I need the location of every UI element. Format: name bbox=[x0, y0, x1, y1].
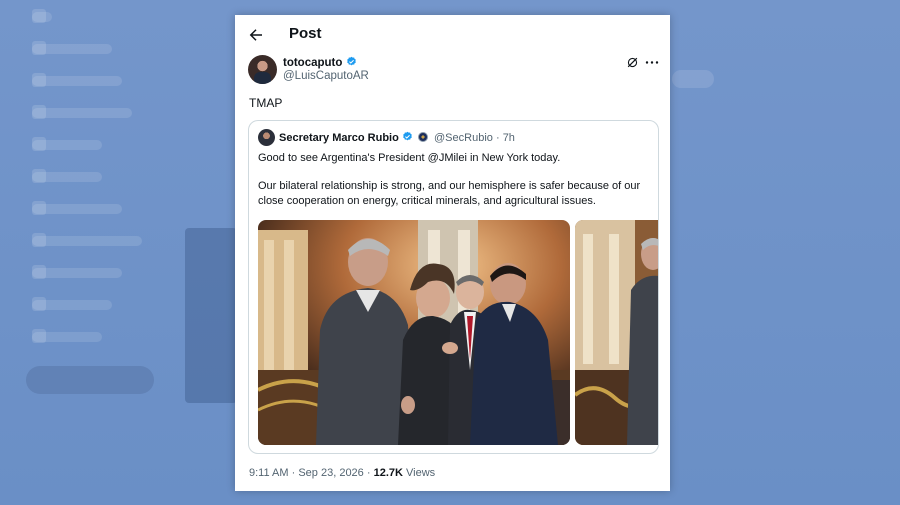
author-name-row[interactable]: totocaputo bbox=[283, 56, 357, 69]
background-nav-item bbox=[32, 41, 112, 55]
arrow-left-icon[interactable] bbox=[247, 26, 265, 44]
post-time[interactable]: 9:11 AM bbox=[249, 467, 289, 479]
quoted-post-photo[interactable] bbox=[258, 220, 570, 445]
verified-badge-icon bbox=[403, 131, 412, 141]
background-post-button bbox=[26, 366, 154, 394]
background-nav-item bbox=[32, 233, 142, 247]
post-header: Post bbox=[235, 15, 670, 55]
photo-side-scene bbox=[575, 220, 658, 445]
background-nav-item bbox=[32, 265, 122, 279]
quoted-post-text: Good to see Argentina's President @JMile… bbox=[258, 151, 653, 209]
author-handle[interactable]: @LuisCaputoAR bbox=[283, 70, 369, 82]
views-count[interactable]: 12.7K bbox=[374, 467, 403, 479]
background-nav-item bbox=[32, 169, 102, 183]
quoted-post-header: Secretary Marco Rubio @SecRubio · 7h bbox=[279, 131, 515, 144]
author-avatar[interactable] bbox=[248, 55, 277, 84]
background-nav-item bbox=[32, 73, 122, 87]
quoted-author-avatar[interactable] bbox=[258, 129, 275, 146]
post-text: TMAP bbox=[249, 96, 283, 110]
quoted-post-paragraph: Good to see Argentina's President @JMile… bbox=[258, 152, 561, 164]
quoted-post-separator: · bbox=[495, 132, 503, 144]
quoted-post-photo[interactable] bbox=[575, 220, 658, 445]
background-nav-item bbox=[32, 105, 132, 119]
more-options-icon[interactable] bbox=[645, 60, 659, 65]
post-metadata: 9:11 AM · Sep 23, 2026 · 12.7K Views bbox=[249, 467, 435, 479]
meta-separator: · bbox=[366, 467, 374, 479]
author-name[interactable]: totocaputo bbox=[283, 57, 342, 69]
quoted-author-handle[interactable]: @SecRubio bbox=[434, 132, 493, 144]
quoted-post-age[interactable]: 7h bbox=[503, 132, 515, 144]
background-pill bbox=[672, 70, 714, 88]
background-sidebar bbox=[28, 0, 188, 505]
post-date[interactable]: Sep 23, 2026 bbox=[298, 467, 363, 479]
government-seal-icon bbox=[417, 132, 428, 142]
background-nav-item bbox=[32, 297, 112, 311]
grok-icon[interactable] bbox=[626, 56, 639, 69]
quoted-author-name[interactable]: Secretary Marco Rubio bbox=[279, 132, 399, 144]
background-nav-item bbox=[32, 329, 102, 343]
quoted-post-paragraph: Our bilateral relationship is strong, an… bbox=[258, 180, 641, 207]
quoted-post[interactable]: Secretary Marco Rubio @SecRubio · 7h Goo… bbox=[248, 120, 659, 454]
post-card: Post totocaputo @LuisCaputoAR TMAP Secre… bbox=[235, 15, 670, 491]
views-label: Views bbox=[406, 467, 436, 479]
background-media bbox=[185, 228, 237, 403]
background-nav-item bbox=[32, 201, 122, 215]
background-nav-item bbox=[32, 137, 102, 151]
background-nav-item bbox=[32, 9, 52, 23]
page-title: Post bbox=[289, 25, 322, 42]
photo-meeting-scene bbox=[258, 220, 570, 445]
verified-badge-icon bbox=[346, 56, 356, 66]
